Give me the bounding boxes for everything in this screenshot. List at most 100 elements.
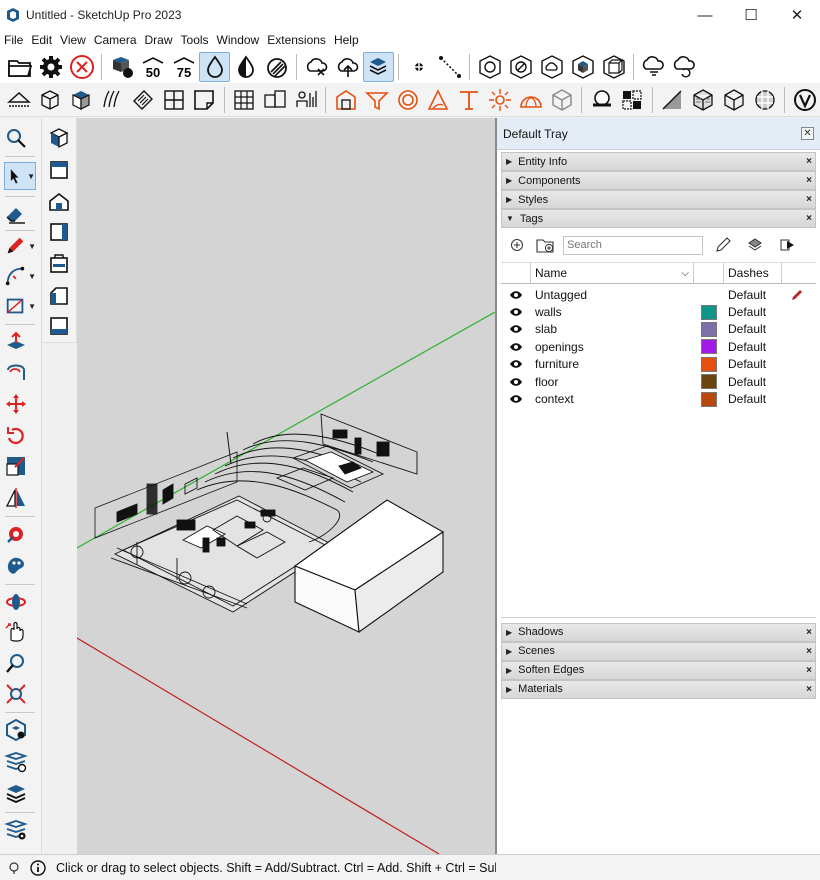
active-pencil-icon[interactable] [782,288,812,302]
pan-tool[interactable] [4,618,36,646]
box-wire-button[interactable] [35,85,66,115]
ring-button[interactable] [392,85,423,115]
fold-button[interactable] [189,85,220,115]
drop-outline-button[interactable] [199,52,230,82]
section-75-button[interactable]: 75 [168,52,199,82]
cube-check-button[interactable] [688,85,719,115]
close-icon[interactable]: × [806,194,812,205]
tag-dashes[interactable]: Default [724,288,782,302]
close-button[interactable]: ✕ [774,0,820,30]
tags-search-input[interactable] [563,235,703,255]
menu-window[interactable]: Window [213,33,264,47]
funnel-button[interactable] [361,85,392,115]
menu-file[interactable]: File [0,33,27,47]
dashed-line-button[interactable] [434,52,465,82]
zoom-extents-tool[interactable] [4,680,36,708]
push-pull-tool[interactable] [4,328,36,356]
grid-2-button[interactable] [158,85,189,115]
tag-dashes[interactable]: Default [724,340,782,354]
menu-extensions[interactable]: Extensions [263,33,330,47]
tag-color-swatch[interactable] [694,321,724,337]
dome-button[interactable] [516,85,547,115]
close-icon[interactable]: × [806,175,812,186]
dot-button[interactable] [403,52,434,82]
t-bar-button[interactable] [454,85,485,115]
box-hex-button[interactable] [567,52,598,82]
tag-name[interactable]: slab [531,322,694,336]
layers-tag-tool[interactable] [4,748,36,776]
info-icon[interactable] [28,858,48,878]
select-tool[interactable]: ▼ [4,162,36,190]
section-50-button[interactable]: 50 [137,52,168,82]
model-canvas[interactable] [77,118,495,854]
color-by-tag-button[interactable] [743,233,767,257]
eye-icon[interactable] [501,290,531,300]
sandbox-button[interactable] [97,85,128,115]
tray-close-button[interactable]: ✕ [801,127,814,140]
hex-box-button[interactable] [546,85,577,115]
starburst-button[interactable] [485,85,516,115]
protractor-button[interactable] [423,85,454,115]
tag-row[interactable]: floor Default [501,373,816,390]
grid-3-button[interactable] [229,85,260,115]
no-hex-button[interactable] [505,52,536,82]
cube-grid-button[interactable] [719,85,750,115]
cloud-x-button[interactable] [301,52,332,82]
tag-dashes[interactable]: Default [724,392,782,406]
eye-icon[interactable] [501,394,531,404]
layers-stack-tool[interactable] [4,780,36,808]
panel-shadows[interactable]: ▶ Shadows × [501,622,816,642]
panel-styles[interactable]: ▶ Styles × [501,190,816,209]
location-icon[interactable] [4,858,24,878]
zoom-tool[interactable] [4,650,36,678]
menu-edit[interactable]: Edit [27,33,56,47]
drop-striped-button[interactable] [261,52,292,82]
bottom-view-button[interactable] [47,312,79,340]
move-tool[interactable] [4,390,36,418]
right-view-button[interactable] [47,218,79,246]
tape-button[interactable] [4,85,35,115]
cloud-upload-button[interactable] [332,52,363,82]
close-icon[interactable]: × [806,646,812,657]
scale-button[interactable] [260,85,291,115]
rotate-tool[interactable] [4,422,36,450]
open-folder-button[interactable] [4,52,35,82]
checker-button[interactable] [657,85,688,115]
tag-name[interactable]: walls [531,305,694,319]
settings-button[interactable] [35,52,66,82]
v-logo-button[interactable] [789,85,820,115]
minimize-button[interactable]: — [682,0,728,30]
panel-tags[interactable]: ▼ Tags × [501,209,816,228]
arc-tool[interactable]: ▼ [4,262,36,290]
tags-details-button[interactable] [775,233,799,257]
panel-entity-info[interactable]: ▶ Entity Info × [501,152,816,171]
tag-name[interactable]: floor [531,375,694,389]
eye-icon[interactable] [501,377,531,387]
puzzle-button[interactable] [617,85,648,115]
scale-tool[interactable] [4,452,36,480]
tag-name[interactable]: openings [531,340,694,354]
panel-soften-edges[interactable]: ▶ Soften Edges × [501,660,816,680]
tag-row[interactable]: walls Default [501,303,816,320]
tag-name[interactable]: context [531,392,694,406]
tag-dashes[interactable]: Default [724,322,782,336]
iso-view-button[interactable] [47,124,79,152]
tag-dashes[interactable]: Default [724,375,782,389]
close-icon[interactable]: × [806,684,812,695]
stamp-button[interactable] [127,85,158,115]
box-solid-button[interactable] [66,85,97,115]
rectangle-tool[interactable]: ▼ [4,292,36,320]
panel-components[interactable]: ▶ Components × [501,171,816,190]
tag-color-swatch[interactable] [694,339,724,355]
pencil-tool[interactable]: ▼ [4,232,36,260]
cloud-sync-button[interactable] [638,52,669,82]
tag-row[interactable]: context Default [501,390,816,407]
left-view-button[interactable] [47,282,79,310]
eye-icon[interactable] [501,359,531,369]
cancel-button[interactable] [66,52,97,82]
close-icon[interactable]: × [806,665,812,676]
drop-half-button[interactable] [230,52,261,82]
eraser-tool[interactable] [4,200,36,228]
layers-gear-tool[interactable] [4,816,36,844]
tag-dashes[interactable]: Default [724,305,782,319]
